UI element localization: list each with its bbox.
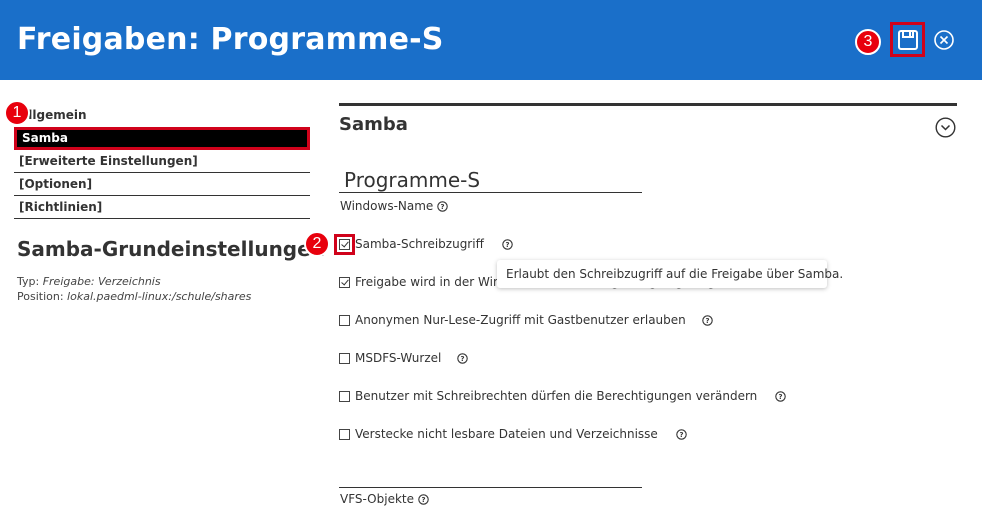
help-icon[interactable]: ?: [418, 493, 429, 505]
close-button[interactable]: [933, 29, 955, 51]
svg-text:?: ?: [505, 241, 509, 249]
close-circle-icon: [934, 30, 954, 50]
type-label: Typ:: [17, 275, 43, 288]
checkbox-row-verstecke-dateien: Verstecke nicht lesbare Dateien und Verz…: [339, 426, 687, 442]
checkbox-row-msdfs-wurzel: MSDFS-Wurzel ?: [339, 350, 469, 366]
section-divider: [339, 103, 957, 106]
type-value: Freigabe: Verzeichnis: [42, 275, 161, 288]
annotation-marker-1: 1: [4, 100, 30, 126]
position-value: lokal.paedml-linux:/schule/shares: [67, 290, 252, 303]
section-title: Samba-Grundeinstellungen: [17, 237, 325, 261]
tooltip: Erlaubt den Schreibzugriff auf die Freig…: [497, 260, 843, 288]
save-button[interactable]: [890, 22, 925, 57]
windows-name-label-text: Windows-Name: [340, 199, 434, 213]
anonymer-zugriff-checkbox[interactable]: [339, 314, 350, 326]
berechtigungen-checkbox[interactable]: [339, 390, 350, 402]
help-icon[interactable]: ?: [775, 390, 787, 402]
checkbox-row-anonymer-zugriff: Anonymen Nur-Lese-Zugriff mit Gastbenutz…: [339, 312, 713, 328]
checkbox-row-samba-schreibzugriff: Samba-Schreibzugriff ?: [334, 233, 513, 255]
svg-text:?: ?: [441, 203, 445, 211]
checkbox-label: Anonymen Nur-Lese-Zugriff mit Gastbenutz…: [355, 313, 686, 327]
position-info: Position: lokal.paedml-linux:/schule/sha…: [17, 290, 251, 303]
checkbox-label: Benutzer mit Schreibrechten dürfen die B…: [355, 389, 758, 403]
help-icon[interactable]: ?: [702, 314, 713, 326]
svg-text:?: ?: [421, 496, 425, 504]
chevron-down-circle-icon: [935, 117, 956, 138]
floppy-disk-icon: [897, 29, 918, 50]
svg-text:?: ?: [705, 317, 709, 325]
collapse-button[interactable]: [935, 117, 956, 138]
samba-heading: Samba: [339, 114, 408, 135]
sidebar-item-erweiterte-einstellungen[interactable]: [Erweiterte Einstellungen]: [14, 150, 310, 173]
sidebar-nav: Allgemein Samba [Erweiterte Einstellunge…: [14, 104, 310, 219]
type-info: Typ: Freigabe: Verzeichnis: [17, 275, 161, 288]
samba-schreibzugriff-checkbox[interactable]: [334, 233, 355, 255]
vfs-objekte-label-text: VFS-Objekte: [340, 492, 414, 506]
svg-text:?: ?: [779, 393, 783, 401]
app-header: Freigaben: Programme-S: [0, 0, 982, 80]
sidebar-item-optionen[interactable]: [Optionen]: [14, 173, 310, 196]
annotation-marker-3: 3: [855, 29, 881, 55]
page-title: Freigaben: Programme-S: [17, 22, 444, 57]
svg-text:?: ?: [461, 355, 465, 363]
help-icon[interactable]: ?: [437, 200, 449, 212]
checkbox-label: Samba-Schreibzugriff: [355, 237, 484, 251]
help-icon[interactable]: ?: [502, 238, 513, 250]
checkbox-row-berechtigungen: Benutzer mit Schreibrechten dürfen die B…: [339, 388, 787, 404]
help-icon[interactable]: ?: [457, 352, 469, 364]
verstecke-dateien-checkbox[interactable]: [339, 428, 350, 440]
checkbox-label: MSDFS-Wurzel: [355, 351, 442, 365]
sidebar-item-richtlinien[interactable]: [Richtlinien]: [14, 196, 310, 219]
help-icon[interactable]: ?: [676, 428, 687, 440]
svg-text:?: ?: [679, 431, 683, 439]
netzwerkumgebung-checkbox[interactable]: [339, 276, 350, 288]
vfs-objekte-input[interactable]: [339, 462, 642, 488]
annotation-marker-2: 2: [304, 231, 330, 257]
windows-name-label: Windows-Name ?: [340, 199, 449, 213]
sidebar-item-samba[interactable]: Samba: [14, 127, 310, 150]
sidebar-item-allgemein[interactable]: Allgemein: [14, 104, 310, 127]
position-label: Position:: [17, 290, 68, 303]
windows-name-input[interactable]: [339, 167, 642, 193]
msdfs-wurzel-checkbox[interactable]: [339, 352, 350, 364]
vfs-objekte-label: VFS-Objekte ?: [340, 492, 429, 506]
checkbox-label: Verstecke nicht lesbare Dateien und Verz…: [355, 427, 658, 441]
